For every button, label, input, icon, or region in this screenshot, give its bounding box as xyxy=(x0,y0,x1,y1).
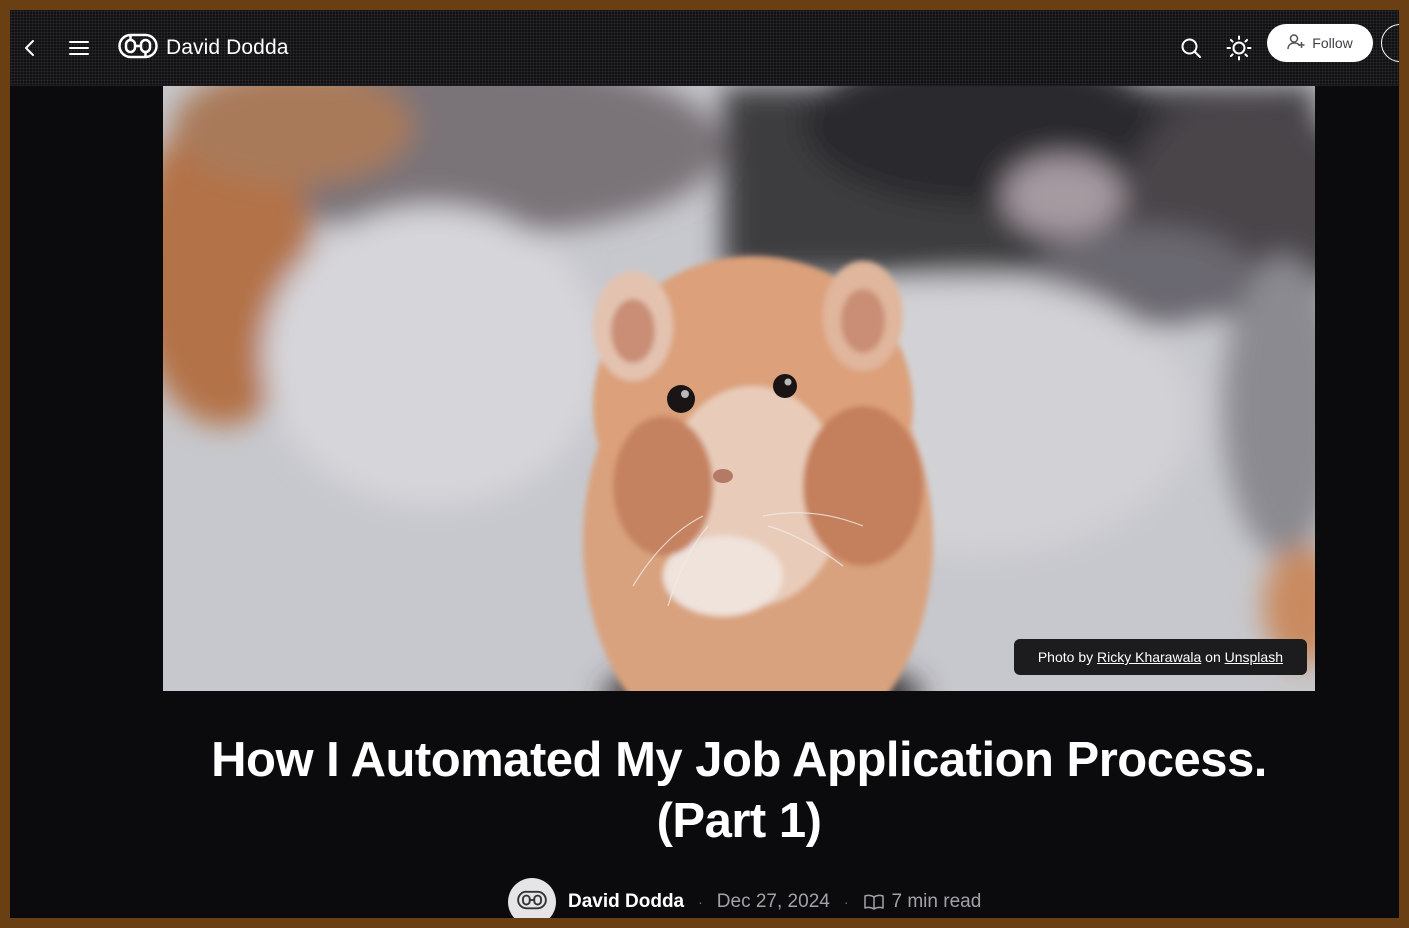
photographer-link[interactable]: Ricky Kharawala xyxy=(1097,649,1201,665)
read-time: 7 min read xyxy=(891,891,982,912)
app-window: David Dodda Follow Photo by Ricky Kharaw… xyxy=(10,10,1399,918)
user-plus-icon xyxy=(1287,33,1305,54)
book-icon xyxy=(863,893,885,911)
chevron-left-icon xyxy=(23,39,37,57)
hamster-photo xyxy=(163,86,1315,691)
meta-separator: · xyxy=(698,894,703,910)
article-title: How I Automated My Job Application Proce… xyxy=(211,733,1267,848)
meta-separator: · xyxy=(843,894,849,910)
logo-icon xyxy=(517,890,547,915)
publish-date: Dec 27, 2024 xyxy=(716,891,830,912)
caption-prefix: Photo by xyxy=(1037,649,1097,665)
back-button[interactable] xyxy=(10,28,50,68)
search-button[interactable] xyxy=(1171,28,1211,68)
author-name[interactable]: David Dodda xyxy=(568,891,684,913)
caption-middle: on xyxy=(1201,649,1225,665)
cover-image: Photo by Ricky Kharawala on Unsplash xyxy=(163,86,1315,691)
blog-header: David Dodda Follow xyxy=(10,10,1399,86)
menu-button[interactable] xyxy=(59,28,99,68)
theme-toggle-button[interactable] xyxy=(1219,28,1259,68)
blog-home-link[interactable]: David Dodda xyxy=(118,30,289,66)
search-icon xyxy=(1180,37,1202,59)
follow-button[interactable]: Follow xyxy=(1267,24,1373,62)
menu-icon xyxy=(68,39,90,57)
author-avatar[interactable] xyxy=(508,878,556,918)
article-meta: David Dodda · Dec 27, 2024 · 7 min read xyxy=(508,878,981,918)
follow-label: Follow xyxy=(1312,35,1353,51)
photo-caption: Photo by Ricky Kharawala on Unsplash xyxy=(1013,639,1307,675)
sun-icon xyxy=(1226,35,1252,61)
logo-icon xyxy=(118,33,158,64)
blog-name: David Dodda xyxy=(166,36,289,59)
newsletter-button[interactable] xyxy=(1381,24,1399,62)
unsplash-link[interactable]: Unsplash xyxy=(1225,649,1283,665)
